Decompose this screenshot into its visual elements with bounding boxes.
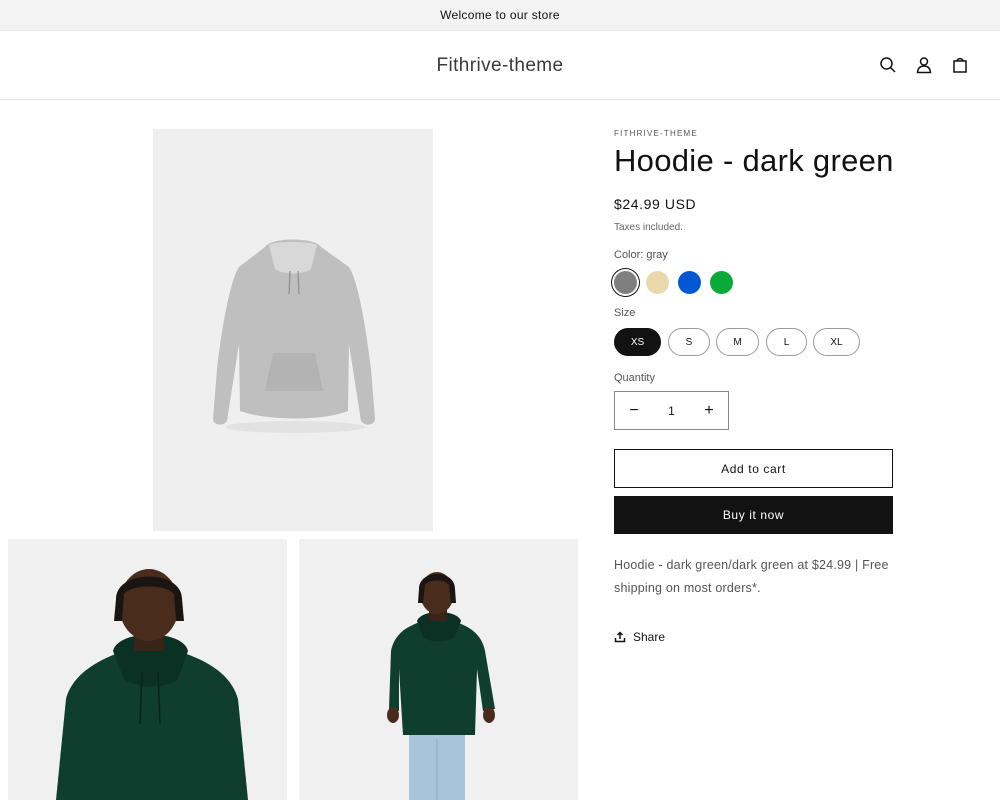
size-option-s[interactable]: S [668, 328, 710, 356]
size-option-xl[interactable]: XL [813, 328, 860, 356]
quantity-stepper: − 1 + [614, 391, 729, 430]
product-image-gray-hoodie[interactable] [153, 129, 433, 531]
product-title: Hoodie - dark green [614, 143, 894, 178]
product-image-model-closeup[interactable] [8, 539, 287, 800]
quantity-label: Quantity [614, 372, 655, 384]
share-icon [614, 631, 626, 643]
color-swatch-green[interactable] [710, 271, 733, 294]
share-button[interactable]: Share [614, 630, 665, 644]
quantity-input[interactable]: 1 [653, 392, 690, 429]
share-label: Share [633, 630, 666, 644]
search-icon[interactable] [876, 53, 900, 77]
add-to-cart-button[interactable]: Add to cart [614, 449, 893, 488]
quantity-increase-button[interactable]: + [690, 392, 728, 429]
size-option-l[interactable]: L [766, 328, 807, 356]
color-swatch-beige[interactable] [646, 271, 669, 294]
store-logo-container: Fithrive-theme [0, 55, 1000, 77]
announcement-text: Welcome to our store [440, 8, 560, 22]
product-price: $24.99 USD [614, 196, 697, 212]
site-header: Fithrive-theme [0, 31, 1000, 100]
size-option-m[interactable]: M [716, 328, 759, 356]
color-swatch-blue[interactable] [678, 271, 701, 294]
cart-icon[interactable] [948, 53, 972, 77]
account-icon[interactable] [912, 53, 936, 77]
product-image-model-full[interactable] [299, 539, 578, 800]
size-label: Size [614, 307, 636, 319]
store-logo[interactable]: Fithrive-theme [436, 55, 563, 76]
product-description: Hoodie - dark green/dark green at $24.99… [614, 558, 889, 595]
buy-now-button[interactable]: Buy it now [614, 496, 893, 534]
product-vendor: FITHRIVE-THEME [614, 129, 698, 138]
color-swatch-gray[interactable] [614, 271, 637, 294]
tax-note: Taxes included. [614, 222, 683, 233]
quantity-decrease-button[interactable]: − [615, 392, 653, 429]
color-label: Color: gray [614, 249, 668, 261]
size-option-xs[interactable]: XS [614, 328, 661, 356]
announcement-bar: Welcome to our store [0, 0, 1000, 31]
